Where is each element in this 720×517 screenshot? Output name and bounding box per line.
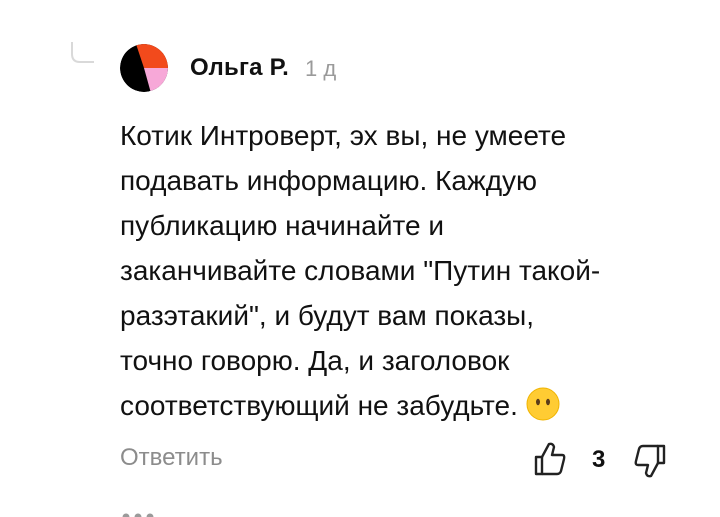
comment-last-line: соответствующий не забудьте. [120,383,680,428]
comment-line: подавать информацию. Каждую [120,165,538,196]
comment-header: Ольга Р. 1 д [120,40,700,96]
comment-line: соответствующий не забудьте. [120,390,518,421]
like-count: 3 [592,446,606,473]
comment-timestamp: 1 д [305,56,337,81]
thumbs-up-icon[interactable] [532,440,568,478]
comment-body: Котик Интроверт, эх вы, не умеете подава… [120,113,680,428]
neutral-face-emoji-icon [526,387,560,421]
reply-button[interactable]: Ответить [120,444,223,472]
more-options-icon[interactable] [120,506,160,517]
comment-line: точно говорю. Да, и заголовок [120,345,510,376]
comment-line: публикацию начинайте и [120,210,444,241]
thumbs-down-icon[interactable] [632,442,668,480]
thread-connector-line [71,42,94,63]
comment-actions: Ответить 3 [120,440,680,480]
comment-line: заканчивайте словами "Путин такой- [120,255,601,286]
comment: Ольга Р. 1 д Котик Интроверт, эх вы, не … [120,40,700,428]
comment-line: разэтакий", и будут вам показы, [120,300,535,331]
comment-line: Котик Интроверт, эх вы, не умеете [120,120,567,151]
avatar[interactable] [120,44,168,92]
author-name[interactable]: Ольга Р. [190,54,289,82]
